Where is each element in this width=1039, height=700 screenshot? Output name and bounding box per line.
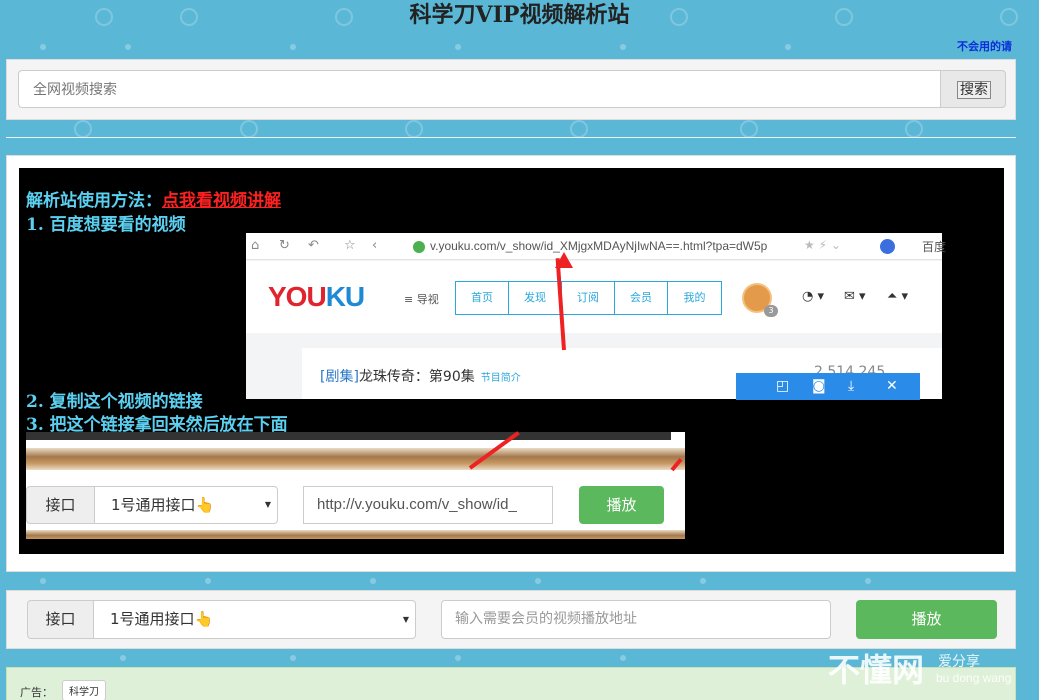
episode-info: [剧集]龙珠传奇：第90集 节目简介 (320, 369, 521, 385)
red-arrow-head (555, 252, 573, 268)
form-shot-select: 1号通用接口👆 ▼ (94, 486, 278, 524)
mail-icon: ✉ ▾ (844, 289, 866, 304)
youku-tab: 订阅 (562, 282, 615, 314)
wood-strip (26, 448, 685, 470)
youku-tab: 会员 (615, 282, 668, 314)
chevron-down-icon: ▼ (264, 500, 271, 509)
youku-tab: 首页 (456, 282, 509, 314)
watermark: 不懂网 爱分享 bu dong wang (828, 651, 1012, 689)
browser-screenshot: ⌂ ↻ ↶ ☆ ‹ v.youku.com/v_show/id_XMjgxMDA… (246, 233, 946, 400)
browser-search-label: 百度 (922, 240, 947, 254)
tutorial-step-1: 1. 百度想要看的视频 (26, 215, 186, 235)
play-button[interactable]: 播放 (856, 600, 997, 639)
tutorial-step-2: 2. 复制这个视频的链接 (26, 392, 203, 412)
back-icon: ‹ (372, 238, 378, 253)
browser-toolbar: ⌂ ↻ ↶ ☆ ‹ v.youku.com/v_show/id_XMjgxMDA… (246, 233, 946, 260)
search-button[interactable]: 搜索 (940, 70, 1006, 108)
history-icon: ◔ ▾ (802, 289, 825, 304)
secure-icon (413, 241, 425, 253)
star-icon: ☆ (344, 238, 356, 253)
upload-icon: ⏶ ▾ (887, 289, 909, 304)
youku-tab: 发现 (509, 282, 562, 314)
refresh-icon: ↻ (279, 238, 290, 253)
api-label: 接口 (27, 600, 94, 639)
chevron-down-icon: ▼ (402, 615, 409, 624)
form-shot-label: 接口 (26, 486, 95, 524)
tutorial-heading: 解析站使用方法：点我看视频讲解 (26, 186, 281, 211)
browser-url: v.youku.com/v_show/id_XMjgxMDAyNjIwNA==.… (430, 239, 768, 253)
download-icon: ⤓ (848, 378, 855, 394)
camera-icon: ◙ (812, 378, 826, 394)
search-button-label: 搜索 (957, 81, 991, 99)
youku-header: YOUKU ≡ 导视 首页 发现 订阅 会员 我的 3 ◔ ▾ ✉ ▾ ⏶ ▾ (246, 261, 942, 333)
site-title: 科学刀VIP视频解析站 (409, 2, 630, 28)
youku-guide: ≡ 导视 (404, 293, 439, 306)
ad-label: 广告： (20, 686, 53, 699)
avatar-badge: 3 (764, 305, 778, 317)
search-panel: 搜索 (6, 59, 1016, 120)
tutorial-heading-text: 解析站使用方法： (26, 191, 162, 211)
youku-tab: 我的 (683, 291, 706, 304)
youku-logo: YOUKU (268, 281, 365, 312)
close-icon: ✕ (886, 378, 898, 394)
form-shot-url: http://v.youku.com/v_show/id_ (303, 486, 553, 524)
player-panel: 接口 1号通用接口👆 ▼ 输入需要会员的视频播放地址 播放 (6, 590, 1016, 649)
home-icon: ⌂ (251, 238, 260, 253)
form-screenshot: 接口 1号通用接口👆 ▼ http://v.youku.com/v_show/id… (26, 432, 685, 539)
undo-icon: ↶ (308, 238, 319, 253)
help-link[interactable]: 不会用的请 (957, 38, 1039, 54)
floating-toolbar: ◰ ◙ ⤓ ✕ (736, 373, 920, 400)
divider (6, 137, 1016, 138)
ad-tag[interactable]: 科学刀 (62, 680, 106, 700)
wood-strip-bottom (26, 530, 685, 539)
cast-icon: ◰ (776, 378, 790, 394)
form-shot-top-bar (26, 432, 671, 440)
browser-tools-icon: ★ ⚡ ⌄ (804, 238, 841, 252)
form-shot-play: 播放 (579, 486, 664, 524)
tutorial-video-link[interactable]: 点我看视频讲解 (162, 191, 281, 211)
youku-tabs: 首页 发现 订阅 会员 我的 (455, 281, 722, 315)
api-select[interactable]: 1号通用接口👆 ▼ (93, 600, 416, 639)
search-input[interactable] (18, 70, 942, 108)
baidu-icon (880, 239, 895, 254)
video-url-input[interactable]: 输入需要会员的视频播放地址 (441, 600, 831, 639)
